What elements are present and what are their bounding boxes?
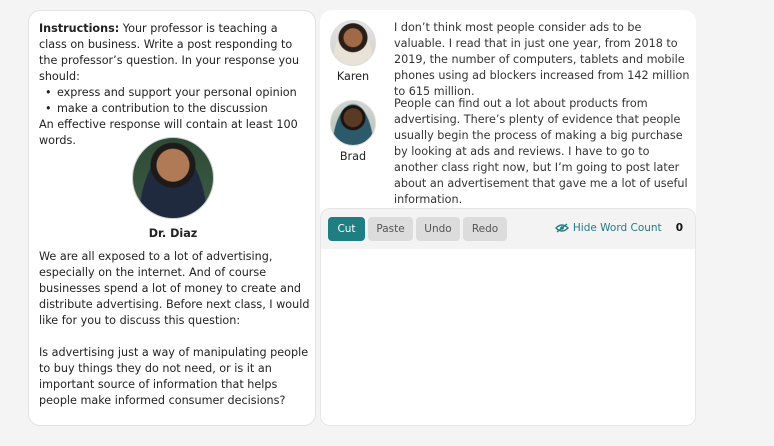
word-count-value: 0 xyxy=(675,222,683,234)
eye-slash-icon xyxy=(554,223,569,233)
discussion-panel: Karen I don’t think most people consider… xyxy=(320,10,696,426)
undo-button[interactable]: Undo xyxy=(416,217,460,241)
professor-panel: Instructions: Your professor is teaching… xyxy=(28,10,316,426)
cut-button[interactable]: Cut xyxy=(328,217,365,241)
student-name: Karen xyxy=(336,70,370,83)
paste-button[interactable]: Paste xyxy=(368,217,413,241)
professor-avatar xyxy=(132,137,214,219)
instructions-list: express and support your personal opinio… xyxy=(45,85,305,117)
student-post-text: I don’t think most people consider ads t… xyxy=(394,21,690,98)
word-count-area: Hide Word Count 0 xyxy=(554,222,683,234)
editor-toolbar: Cut Paste Undo Redo Hide Word Count 0 xyxy=(321,209,695,249)
professor-paragraph: We are all exposed to a lot of advertisi… xyxy=(39,250,310,327)
student-post-text: People can find out a lot about products… xyxy=(394,97,688,206)
instructions-bullet: express and support your personal opinio… xyxy=(45,85,305,101)
student-name: Brad xyxy=(339,150,367,163)
student-post-karen: Karen xyxy=(330,20,376,83)
avatar xyxy=(330,100,376,146)
instructions-label: Instructions: xyxy=(39,22,120,35)
avatar xyxy=(330,20,376,66)
response-textarea[interactable] xyxy=(321,249,695,425)
instructions-bullet: make a contribution to the discussion xyxy=(45,101,305,117)
hide-word-count-toggle[interactable]: Hide Word Count xyxy=(554,222,662,234)
professor-prompt: We are all exposed to a lot of advertisi… xyxy=(39,249,311,409)
professor-question: Is advertising just a way of manipulatin… xyxy=(39,346,309,407)
professor-card: Dr. Diaz xyxy=(29,137,317,240)
professor-name: Dr. Diaz xyxy=(148,227,198,240)
instructions: Instructions: Your professor is teaching… xyxy=(39,21,305,149)
student-post-brad: Brad xyxy=(330,100,376,163)
redo-button[interactable]: Redo xyxy=(463,217,507,241)
hide-word-count-label: Hide Word Count xyxy=(572,222,662,234)
response-editor: Cut Paste Undo Redo Hide Word Count 0 xyxy=(320,208,696,426)
